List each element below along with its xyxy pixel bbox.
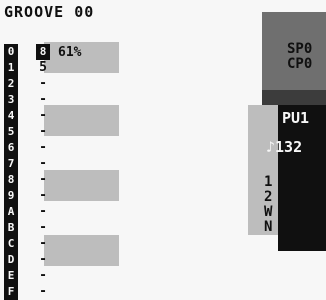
step-index-3: 3 <box>4 92 18 108</box>
step-index-F: F <box>4 284 18 300</box>
step-value[interactable]: - <box>36 172 50 188</box>
step-value[interactable]: 5 <box>36 60 50 76</box>
step-index-2: 2 <box>4 76 18 92</box>
step-index-E: E <box>4 268 18 284</box>
step-value[interactable]: - <box>36 220 50 236</box>
mode-letter: N <box>264 219 273 235</box>
mode-letter: W <box>264 204 273 220</box>
step-index-A: A <box>4 204 18 220</box>
step-index-D: D <box>4 252 18 268</box>
step-bar <box>44 235 119 266</box>
cp-label: CP0 <box>287 56 313 72</box>
step-value[interactable]: - <box>36 252 50 268</box>
screen-title: GROOVE 00 <box>4 3 95 21</box>
channel-label[interactable]: PU1 <box>282 111 309 126</box>
step-value[interactable]: - <box>36 204 50 220</box>
step-value[interactable]: - <box>36 156 50 172</box>
step-value[interactable]: - <box>36 284 50 300</box>
selected-step-value[interactable]: 8 <box>36 44 50 60</box>
panel-light-block <box>248 105 278 235</box>
step-index-4: 4 <box>4 108 18 124</box>
step-bar <box>44 170 119 201</box>
step-index-6: 6 <box>4 140 18 156</box>
step-index-8: 8 <box>4 172 18 188</box>
step-index-0: 0 <box>4 44 18 60</box>
mode-letter: 2 <box>264 189 273 205</box>
step-index-C: C <box>4 236 18 252</box>
panel-dark-block <box>262 90 326 105</box>
step-value[interactable]: - <box>36 140 50 156</box>
swing-percent: 61% <box>58 45 82 60</box>
step-index-B: B <box>4 220 18 236</box>
step-index-9: 9 <box>4 188 18 204</box>
step-index-5: 5 <box>4 124 18 140</box>
mode-letter: 1 <box>264 174 273 190</box>
step-value[interactable]: - <box>36 188 50 204</box>
step-value[interactable]: - <box>36 124 50 140</box>
tempo-label[interactable]: ♪132 <box>266 140 302 155</box>
step-index-1: 1 <box>4 60 18 76</box>
step-index-7: 7 <box>4 156 18 172</box>
step-value[interactable]: - <box>36 268 50 284</box>
step-value[interactable]: - <box>36 236 50 252</box>
sp-label: SP0 <box>287 41 313 57</box>
step-value[interactable]: - <box>36 108 50 124</box>
step-bar <box>44 105 119 136</box>
step-value[interactable]: - <box>36 76 50 92</box>
step-bar <box>44 42 119 73</box>
step-value[interactable]: - <box>36 92 50 108</box>
